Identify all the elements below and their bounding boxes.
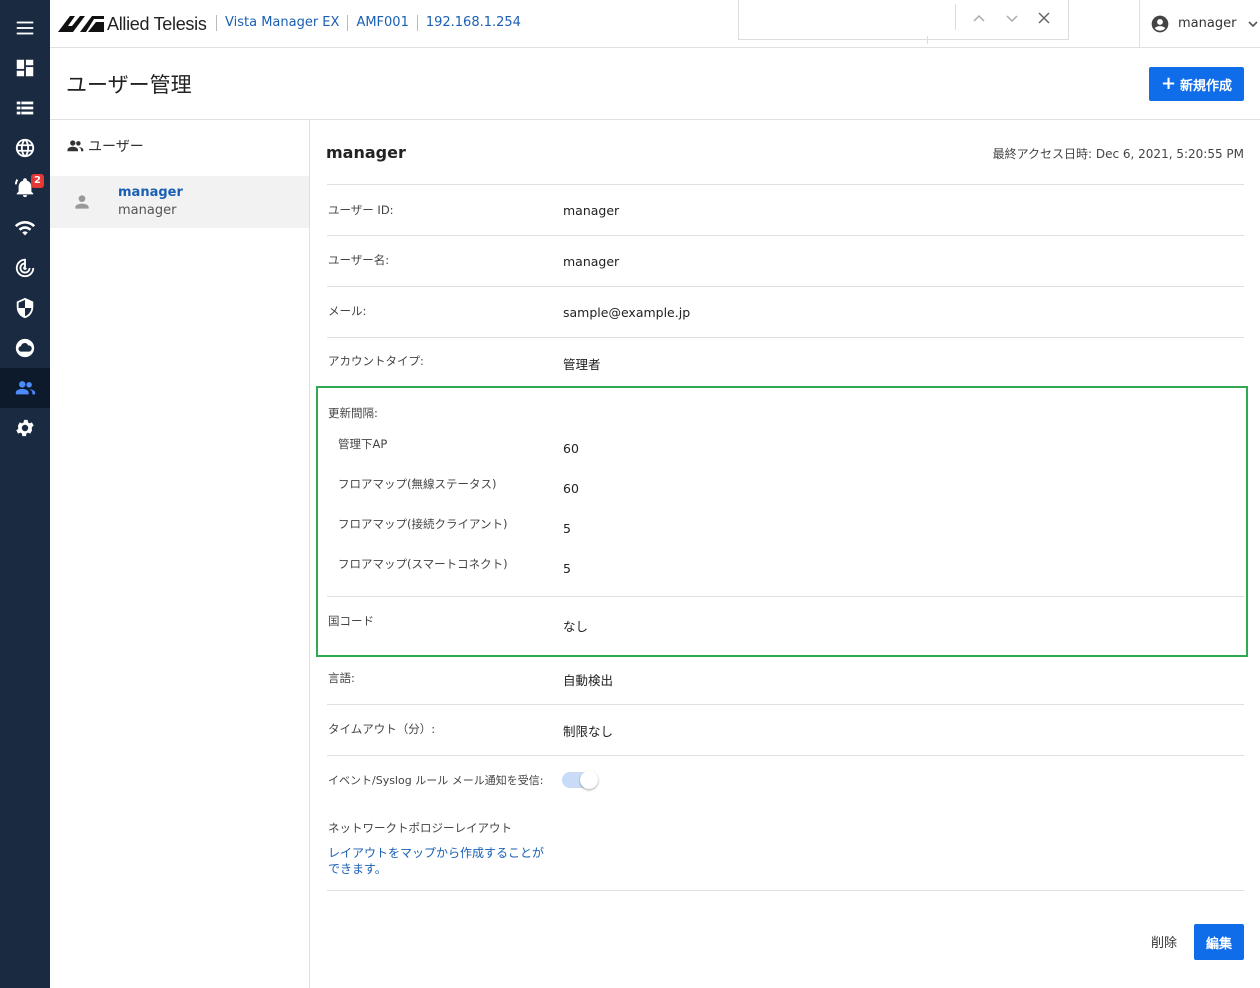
event-mail-toggle[interactable] xyxy=(562,771,598,789)
event-mail-label: イベント/Syslog ルール メール通知を受信: xyxy=(328,774,544,787)
refresh-ap-label: 管理下AP xyxy=(338,437,388,451)
create-user-label: 新規作成 xyxy=(1180,78,1233,94)
breadcrumb: Vista Manager EX AMF001 192.168.1.254 xyxy=(216,15,529,31)
notification-badge: 2 xyxy=(31,174,44,188)
list-item-subtitle: manager xyxy=(118,203,177,218)
divider xyxy=(327,184,1244,185)
refresh-interval-label: 更新間隔: xyxy=(328,406,378,420)
plus-icon: + xyxy=(1160,73,1177,94)
users-icon xyxy=(15,381,36,395)
nav-list[interactable] xyxy=(0,88,50,128)
account-type-value: 管理者 xyxy=(563,357,601,372)
user-id-value: manager xyxy=(563,203,620,218)
nav-cloud[interactable] xyxy=(0,328,50,368)
user-name: manager xyxy=(1178,16,1237,31)
divider xyxy=(327,755,1244,756)
divider xyxy=(327,704,1244,705)
find-next-button[interactable] xyxy=(1001,7,1023,29)
wifi-icon xyxy=(14,221,36,236)
delete-button[interactable]: 削除 xyxy=(1144,924,1184,958)
account-type-label: アカウントタイプ: xyxy=(328,354,424,368)
brand-name: Allied Telesis xyxy=(107,13,207,34)
email-label: メール: xyxy=(328,304,367,318)
account-circle-icon xyxy=(1151,15,1169,32)
refresh-ap-value: 60 xyxy=(563,441,579,456)
users-icon xyxy=(67,140,84,152)
nav-rail: 2 xyxy=(0,0,50,988)
create-user-button[interactable]: + 新規作成 xyxy=(1149,67,1244,101)
language-value: 自動検出 xyxy=(563,673,614,688)
menu-icon xyxy=(16,21,34,35)
chevron-up-icon xyxy=(973,14,985,22)
cloud-icon xyxy=(15,338,35,358)
allied-telesis-logo-icon xyxy=(58,16,104,32)
country-code-label: 国コード xyxy=(328,614,374,628)
user-list-panel: ユーザー manager manager xyxy=(50,120,310,988)
topology-layout-label: ネットワークトポロジーレイアウト xyxy=(328,821,512,835)
nav-notifications[interactable]: 2 xyxy=(0,168,50,208)
nav-users[interactable] xyxy=(0,368,50,408)
nav-monitor[interactable] xyxy=(0,248,50,288)
find-divider xyxy=(955,4,956,30)
refresh-floormap-wireless-value: 60 xyxy=(563,481,579,496)
divider xyxy=(327,596,1244,597)
toggle-knob xyxy=(580,771,598,789)
globe-icon xyxy=(15,138,35,158)
user-detail-panel: manager 最終アクセス日時: Dec 6, 2021, 5:20:55 P… xyxy=(310,120,1260,988)
edit-button[interactable]: 編集 xyxy=(1194,924,1244,960)
refresh-floormap-clients-value: 5 xyxy=(563,521,571,536)
shield-icon xyxy=(16,297,34,319)
user-list-title: ユーザー xyxy=(88,139,144,155)
nav-wireless[interactable] xyxy=(0,208,50,248)
app: 2 Allied Telesis Vista Manager EX AMF001… xyxy=(0,0,1260,988)
nav-network-map[interactable] xyxy=(0,128,50,168)
refresh-floormap-smartconnect-label: フロアマップ(スマートコネクト) xyxy=(338,557,508,571)
email-value: sample@example.jp xyxy=(563,305,691,320)
chevron-down-icon xyxy=(1248,20,1259,27)
person-icon xyxy=(75,195,89,209)
divider xyxy=(327,337,1244,338)
find-previous-button[interactable] xyxy=(968,7,990,29)
find-close-button[interactable] xyxy=(1033,7,1055,29)
nav-settings[interactable] xyxy=(0,408,50,448)
find-box xyxy=(738,0,1069,44)
list-item-title: manager xyxy=(118,185,183,200)
brand-logo[interactable]: Allied Telesis xyxy=(58,13,207,35)
username-label: ユーザー名: xyxy=(328,253,390,267)
topology-layout-link[interactable]: レイアウトをマップから作成することができます。 xyxy=(328,845,548,877)
language-label: 言語: xyxy=(328,671,355,685)
radar-icon xyxy=(15,258,35,278)
refresh-floormap-clients-label: フロアマップ(接続クライアント) xyxy=(338,517,508,531)
find-divider-bottom xyxy=(927,36,928,44)
divider xyxy=(327,286,1244,287)
page-header: ユーザー管理 + 新規作成 xyxy=(50,48,1260,120)
username-value: manager xyxy=(563,254,620,269)
page-title: ユーザー管理 xyxy=(66,73,192,97)
nav-dashboard[interactable] xyxy=(0,48,50,88)
timeout-value: 制限なし xyxy=(563,724,614,739)
last-access-time: 最終アクセス日時: Dec 6, 2021, 5:20:55 PM xyxy=(992,147,1244,161)
refresh-floormap-smartconnect-value: 5 xyxy=(563,561,571,576)
divider xyxy=(327,890,1244,891)
top-bar: Allied Telesis Vista Manager EX AMF001 1… xyxy=(50,0,1260,48)
menu-button[interactable] xyxy=(0,8,50,48)
refresh-floormap-wireless-label: フロアマップ(無線ステータス) xyxy=(338,477,497,491)
gear-icon xyxy=(16,419,34,437)
user-list-heading: ユーザー xyxy=(66,136,144,156)
list-icon xyxy=(16,101,34,115)
user-menu[interactable]: manager xyxy=(1139,0,1260,47)
detail-user-name: manager xyxy=(326,143,406,162)
list-item[interactable]: manager manager xyxy=(50,176,309,228)
nav-security[interactable] xyxy=(0,288,50,328)
breadcrumb-amf[interactable]: AMF001 xyxy=(347,15,416,31)
breadcrumb-product[interactable]: Vista Manager EX xyxy=(216,15,347,31)
divider xyxy=(327,235,1244,236)
close-icon xyxy=(1038,12,1050,24)
country-code-value: なし xyxy=(563,619,589,634)
timeout-label: タイムアウト（分）: xyxy=(328,722,436,736)
dashboard-icon xyxy=(16,59,34,77)
user-id-label: ユーザー ID: xyxy=(328,203,394,217)
breadcrumb-ip[interactable]: 192.168.1.254 xyxy=(416,15,529,31)
chevron-down-icon xyxy=(1006,15,1018,23)
